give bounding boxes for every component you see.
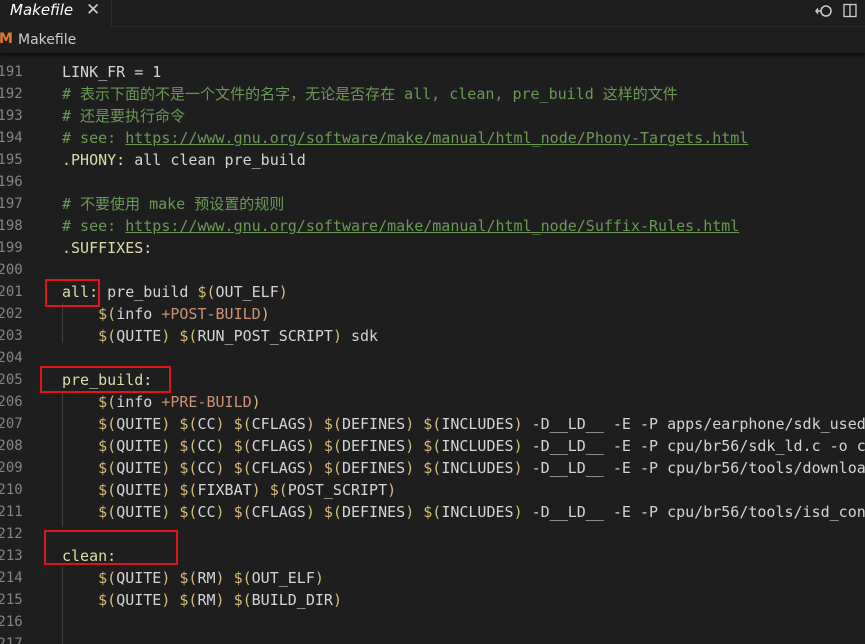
highlight-box-all [45, 279, 100, 307]
code-line: 1217 [0, 633, 865, 644]
doc-link[interactable]: https://www.gnu.org/software/make/manual… [125, 217, 739, 235]
code-text: $(info +PRE-BUILD) [98, 393, 261, 411]
code-line: 1210 $(QUITE) $(FIXBAT) $(POST_SCRIPT) [0, 479, 865, 501]
line-number: 1208 [0, 438, 23, 454]
tab-title: Makefile [10, 1, 74, 19]
line-number: 1202 [0, 306, 23, 322]
code-line: 1194 # see: https://www.gnu.org/software/… [0, 127, 865, 149]
line-number: 1213 [0, 548, 23, 564]
code-line: 1216 [0, 611, 865, 633]
code-line: 1209 $(QUITE) $(CC) $(CFLAGS) $(DEFINES)… [0, 457, 865, 479]
line-number: 1206 [0, 394, 23, 410]
line-number: 1200 [0, 262, 23, 278]
code-line: 1211 $(QUITE) $(CC) $(CFLAGS) $(DEFINES)… [0, 501, 865, 523]
line-number: 1204 [0, 350, 23, 366]
code-editor[interactable]: LINK_FR = 1 1191 1192 # 表示下面的不是一个文件的名字，无论是… [0, 53, 865, 644]
code-line: 1191 [0, 61, 865, 83]
code-line: 1195 .PHONY: all clean pre_build [0, 149, 865, 171]
line-number: 1217 [0, 636, 23, 644]
code-text: # see: https://www.gnu.org/software/make… [62, 217, 740, 235]
code-text: $(QUITE) $(CC) $(CFLAGS) $(DEFINES) $(IN… [98, 503, 865, 521]
line-number: 1191 [0, 64, 23, 80]
code-text: # 还是要执行命令 [62, 107, 186, 125]
line-number: 1205 [0, 372, 23, 388]
code-text: # 不要使用 make 预设置的规则 [62, 195, 285, 213]
code-line: 1215 $(QUITE) $(RM) $(BUILD_DIR) [0, 589, 865, 611]
line-number: 1203 [0, 328, 23, 344]
line-number: 1214 [0, 570, 23, 586]
code-line: 1214 $(QUITE) $(RM) $(OUT_ELF) [0, 567, 865, 589]
line-number: 1209 [0, 460, 23, 476]
line-number: 1197 [0, 196, 23, 212]
breadcrumb-file-label[interactable]: Makefile [18, 32, 76, 48]
make-target: .SUFFIXES: [62, 239, 153, 257]
editor-actions [815, 3, 857, 19]
code-text: .PHONY: all clean pre_build [62, 151, 306, 169]
code-line: 1196 [0, 171, 865, 193]
code-text: $(QUITE) $(RM) $(OUT_ELF) [98, 569, 324, 587]
highlight-box-clean [44, 530, 178, 565]
code-text: $(QUITE) $(CC) $(CFLAGS) $(DEFINES) $(IN… [98, 415, 865, 433]
line-number: 1216 [0, 614, 23, 630]
code-line: 1202 $(info +POST-BUILD) [0, 303, 865, 325]
make-target: .PHONY: [62, 151, 126, 169]
code-text: .SUFFIXES: [62, 237, 152, 259]
code-line: 1197 # 不要使用 make 预设置的规则 [0, 193, 865, 215]
code-line: 1203 $(QUITE) $(RUN_POST_SCRIPT) sdk [0, 325, 865, 347]
code-text: $(QUITE) $(FIXBAT) $(POST_SCRIPT) [98, 481, 397, 499]
code-text: $(QUITE) $(RM) $(BUILD_DIR) [98, 591, 342, 609]
compare-changes-icon[interactable] [815, 3, 833, 19]
partial-code-line: LINK_FR = 1 [0, 53, 865, 81]
code-text: $(QUITE) $(RUN_POST_SCRIPT) sdk [98, 327, 379, 345]
code-text: $(QUITE) $(CC) $(CFLAGS) $(DEFINES) $(IN… [98, 437, 865, 455]
highlight-box-pre-build [40, 366, 171, 393]
breadcrumb: M Makefile [0, 27, 865, 53]
line-number: 1215 [0, 592, 23, 608]
split-editor-icon[interactable] [843, 3, 857, 19]
makefile-file-icon: M [0, 31, 13, 47]
code-line: 1199 .SUFFIXES: [0, 237, 865, 259]
line-number: 1210 [0, 482, 23, 498]
line-number: 1196 [0, 174, 23, 190]
editor-tab-bar: Makefile ✕ [0, 0, 865, 27]
code-text: # see: https://www.gnu.org/software/make… [62, 129, 749, 147]
line-number: 1195 [0, 152, 23, 168]
line-number: 1194 [0, 130, 23, 146]
code-text: $(QUITE) $(CC) $(CFLAGS) $(DEFINES) $(IN… [98, 459, 865, 477]
code-line: 1208 $(QUITE) $(CC) $(CFLAGS) $(DEFINES)… [0, 435, 865, 457]
close-icon[interactable]: ✕ [86, 0, 100, 20]
doc-link[interactable]: https://www.gnu.org/software/make/manual… [125, 129, 748, 147]
code-line: 1206 $(info +PRE-BUILD) [0, 391, 865, 413]
code-line: 1192 # 表示下面的不是一个文件的名字，无论是否存在 all, clean, … [0, 83, 865, 105]
line-number: 1199 [0, 240, 23, 256]
line-number: 1212 [0, 526, 23, 542]
line-number: 1207 [0, 416, 23, 432]
line-number: 1192 [0, 86, 23, 102]
line-number: 1193 [0, 108, 23, 124]
code-line: 1201all: pre_build $(OUT_ELF) [0, 281, 865, 303]
line-number: 1201 [0, 284, 23, 300]
code-line: 1198 # see: https://www.gnu.org/software/… [0, 215, 865, 237]
tab-makefile[interactable]: Makefile ✕ [0, 0, 112, 27]
code-line: 1200 [0, 259, 865, 281]
code-text: # 表示下面的不是一个文件的名字，无论是否存在 all, clean, pre_… [62, 85, 678, 103]
code-line: 1193 # 还是要执行命令 [0, 105, 865, 127]
line-number: 1198 [0, 218, 23, 234]
code-line: 1207 $(QUITE) $(CC) $(CFLAGS) $(DEFINES)… [0, 413, 865, 435]
line-number: 1211 [0, 504, 23, 520]
